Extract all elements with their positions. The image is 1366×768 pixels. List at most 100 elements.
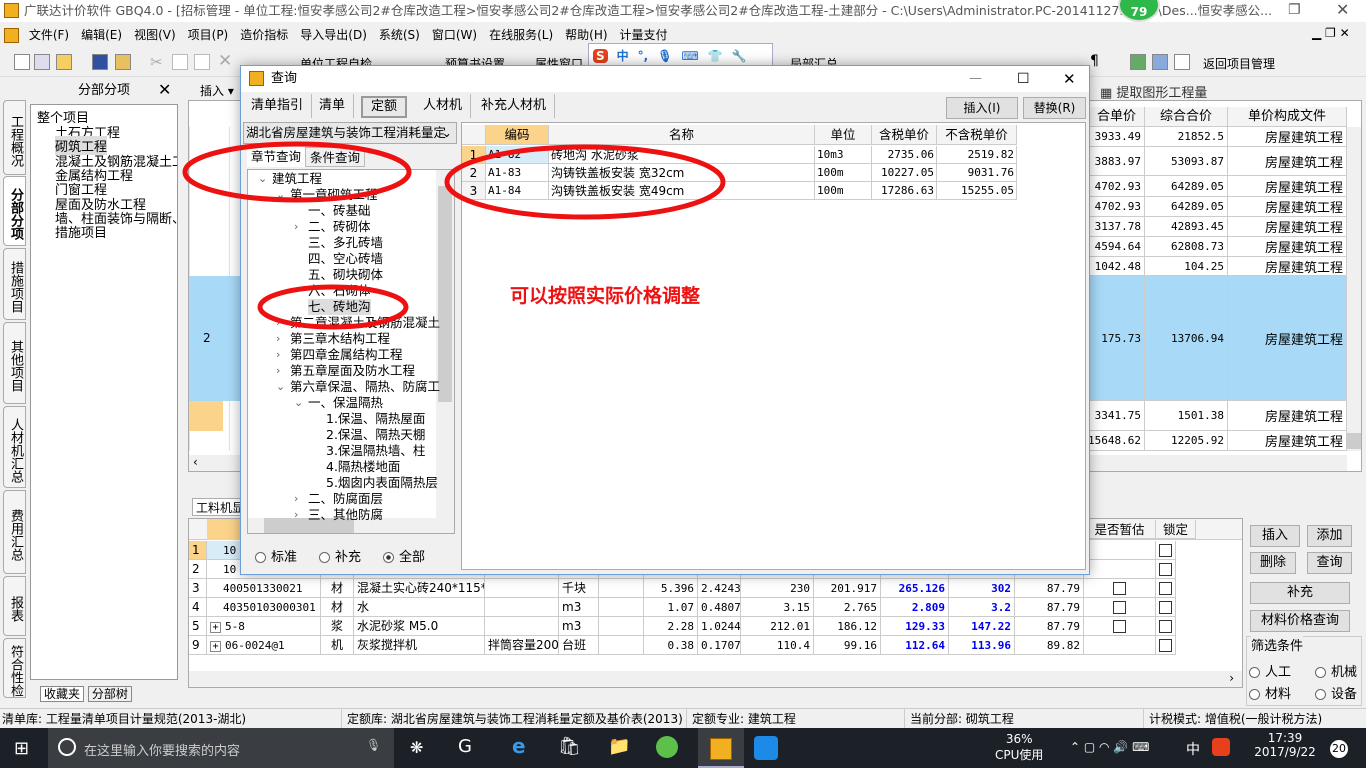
cube-icon[interactable] xyxy=(1130,54,1146,70)
main-vertical-scrollbar[interactable] xyxy=(1347,127,1361,451)
grid-cell[interactable]: 房屋建筑工程 xyxy=(1228,401,1347,431)
grid-cell[interactable]: 3341.75 xyxy=(1089,401,1145,431)
side-tab-7[interactable]: 符合性检查 xyxy=(3,638,26,698)
quota-table-cell[interactable]: 15255.05 xyxy=(937,182,1017,200)
grid-cell[interactable]: 104.25 xyxy=(1145,257,1228,276)
dialog-insert-button[interactable]: 插入(I) xyxy=(946,97,1018,119)
resource-cell-type[interactable]: 材 xyxy=(321,598,354,617)
radio-button[interactable] xyxy=(255,552,266,563)
resource-cell-coef[interactable]: 87.79 xyxy=(1015,579,1084,598)
lock-checkbox[interactable] xyxy=(1159,639,1172,652)
grid-cell[interactable]: 64289.05 xyxy=(1145,197,1228,217)
grid-cell[interactable]: 12205.92 xyxy=(1145,431,1228,451)
tab-condition-query[interactable]: 条件查询 xyxy=(305,147,366,167)
save-icon[interactable] xyxy=(92,54,108,70)
resource-cell-name[interactable]: 混凝土实心砖240*115* xyxy=(354,579,485,598)
resource-button-3[interactable]: 查询 xyxy=(1307,552,1352,574)
library-filter-option[interactable]: 全部 xyxy=(383,546,425,565)
chevron-right-icon[interactable]: › xyxy=(294,491,298,507)
resource-cell-spec[interactable] xyxy=(485,579,559,598)
grid-cell[interactable]: 42893.45 xyxy=(1145,217,1228,237)
resource-cell-unit[interactable]: m3 xyxy=(559,598,599,617)
radio-button[interactable] xyxy=(1315,667,1326,678)
quota-table-cell[interactable]: A1-83 xyxy=(486,164,549,182)
quota-table-cell[interactable]: 砖地沟 水泥砂浆 xyxy=(549,146,815,164)
chapter-tree-item[interactable]: 第一章砌筑工程 xyxy=(290,187,378,203)
quota-table-cell[interactable]: A1-82 xyxy=(486,146,549,164)
resource-cell-coef[interactable]: 87.79 xyxy=(1015,617,1084,636)
menu-0[interactable]: 文件(F) xyxy=(29,28,69,42)
menu-7[interactable]: 窗口(W) xyxy=(432,28,477,42)
resource-cell-unit[interactable]: 台班 xyxy=(559,636,599,655)
grid-header[interactable]: 合单价 xyxy=(1089,107,1145,127)
resource-cell-lock[interactable] xyxy=(1156,598,1176,617)
resource-cell-num[interactable]: 4 xyxy=(189,598,207,617)
quota-table-cell[interactable]: 100m xyxy=(815,164,872,182)
filter-option[interactable]: 人工 xyxy=(1249,661,1291,680)
resource-cell-d[interactable]: 99.16 xyxy=(814,636,881,655)
app-blue-icon[interactable] xyxy=(754,736,778,760)
resource-button-2[interactable]: 删除 xyxy=(1250,552,1296,574)
chapter-tree-item[interactable]: 二、防腐面层 xyxy=(308,491,383,507)
chapter-tree-item[interactable]: 三、多孔砖墙 xyxy=(308,235,383,251)
store-icon[interactable]: 🛍 xyxy=(558,736,581,757)
filter-option[interactable]: 材料 xyxy=(1249,683,1291,702)
quota-table-cell[interactable]: 10m3 xyxy=(815,146,872,164)
grid-cell[interactable]: 3883.97 xyxy=(1089,147,1145,176)
expand-icon[interactable]: + xyxy=(210,641,221,652)
grid-cell[interactable]: 房屋建筑工程 xyxy=(1228,147,1347,176)
quota-table-cell[interactable]: 3 xyxy=(462,182,486,200)
resource-cell-name[interactable]: 水 xyxy=(354,598,485,617)
side-tab-2[interactable]: 措施项目 xyxy=(3,248,26,320)
expand-icon[interactable]: + xyxy=(210,622,221,633)
resource-button-5[interactable]: 材料价格查询 xyxy=(1250,610,1350,632)
menu-6[interactable]: 系统(S) xyxy=(379,28,420,42)
tree-item[interactable]: 措施项目 xyxy=(55,222,107,241)
chapter-tree-item[interactable]: 第三章木结构工程 xyxy=(290,331,390,347)
insert-dropdown[interactable]: 插入 ▾ xyxy=(200,82,234,99)
copy-icon[interactable] xyxy=(172,54,188,70)
lock-checkbox[interactable] xyxy=(1159,563,1172,576)
save-as-icon[interactable] xyxy=(115,54,131,70)
paragraph-icon[interactable]: ¶ xyxy=(1090,53,1099,69)
taskview-icon[interactable]: ❋ xyxy=(410,738,423,757)
resource-cell-f[interactable]: 3.2 xyxy=(949,598,1015,617)
tray-icons[interactable]: ⌃ ▢ ◠ 🔊 ⌨ xyxy=(1070,740,1149,754)
menu-5[interactable]: 导入导出(D) xyxy=(300,28,367,42)
chapter-tree-item[interactable]: 4.隔热楼地面 xyxy=(326,459,400,475)
quota-table-cell[interactable]: 1 xyxy=(462,146,486,164)
chevron-down-icon[interactable]: ⌄ xyxy=(294,395,303,411)
app-menu-icon[interactable] xyxy=(4,28,19,43)
dialog-close-button[interactable]: ✕ xyxy=(1063,66,1076,92)
quota-table-header[interactable]: 含税单价 xyxy=(872,125,937,145)
resource-cell-c[interactable]: 110.4 xyxy=(741,636,814,655)
dialog-tab-0[interactable]: 清单指引 xyxy=(243,94,313,118)
grid-header[interactable]: 综合合价 xyxy=(1145,107,1228,127)
grid-cell[interactable]: 1042.48 xyxy=(1089,257,1145,276)
tray-ime[interactable]: 中 xyxy=(1186,739,1200,759)
list-icon[interactable] xyxy=(1174,54,1190,70)
chapter-tree-item[interactable]: 五、砌块砌体 xyxy=(308,267,383,283)
radio-button[interactable] xyxy=(319,552,330,563)
resource-cell-num[interactable]: 1 xyxy=(189,541,207,560)
resource-cell-f[interactable]: 147.22 xyxy=(949,617,1015,636)
ime-punct[interactable]: °, xyxy=(638,49,649,63)
chapter-tree-item[interactable]: 二、砖砌体 xyxy=(308,219,371,235)
grid-cell[interactable]: 62808.73 xyxy=(1145,237,1228,257)
side-tab-3[interactable]: 其他项目 xyxy=(3,322,26,404)
resource-cell-est[interactable] xyxy=(1084,636,1156,655)
grid-cell[interactable]: 64289.05 xyxy=(1145,176,1228,197)
wrench-icon[interactable]: 🔧 xyxy=(732,49,747,63)
chevron-down-icon[interactable]: ⌄ xyxy=(258,171,267,187)
resource-cell-spec[interactable] xyxy=(485,598,559,617)
resource-cell-b[interactable]: 2.4243 xyxy=(698,579,741,598)
grid-cell[interactable]: 房屋建筑工程 xyxy=(1228,127,1347,147)
resource-cell-lock[interactable] xyxy=(1156,636,1176,655)
grid-cell[interactable]: 4702.93 xyxy=(1089,197,1145,217)
radio-button[interactable] xyxy=(1249,667,1260,678)
resource-cell-est[interactable] xyxy=(1084,579,1156,598)
resource-cell-spec[interactable]: 拌筒容量200 xyxy=(485,636,559,655)
grid-cell[interactable]: 房屋建筑工程 xyxy=(1228,431,1347,451)
resource-cell-d[interactable]: 201.917 xyxy=(814,579,881,598)
chapter-tree-item[interactable]: 第六章保温、隔热、防腐工 xyxy=(290,379,440,395)
